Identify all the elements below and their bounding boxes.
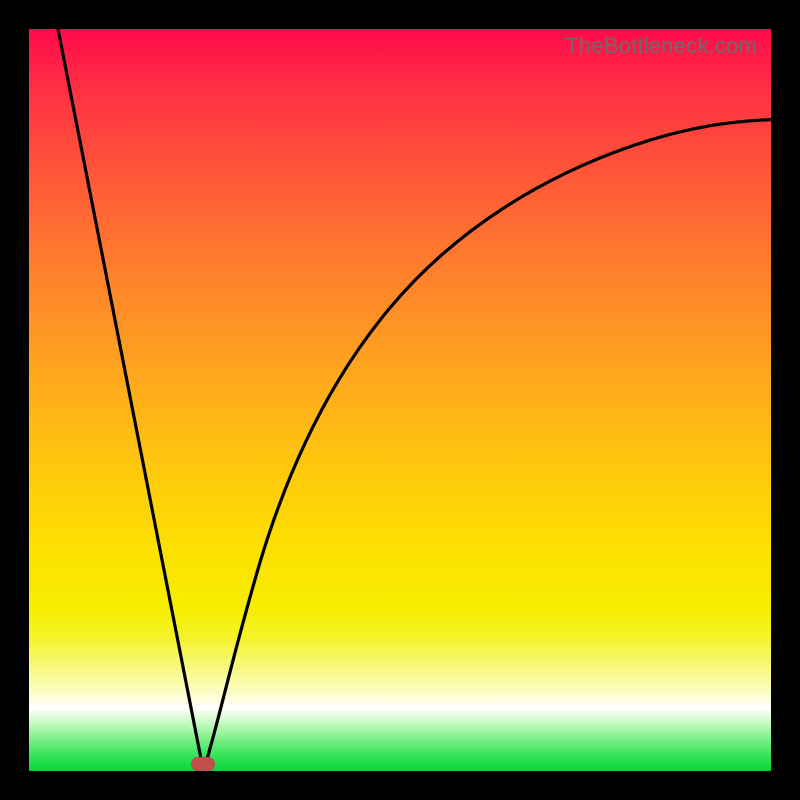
curve-left-branch [58,29,203,771]
bottleneck-curve [29,29,771,771]
chart-frame: TheBottleneck.com [0,0,800,800]
minimum-marker [191,757,215,771]
plot-area: TheBottleneck.com [29,29,771,771]
watermark-text: TheBottleneck.com [565,33,757,59]
curve-right-branch [203,120,771,771]
